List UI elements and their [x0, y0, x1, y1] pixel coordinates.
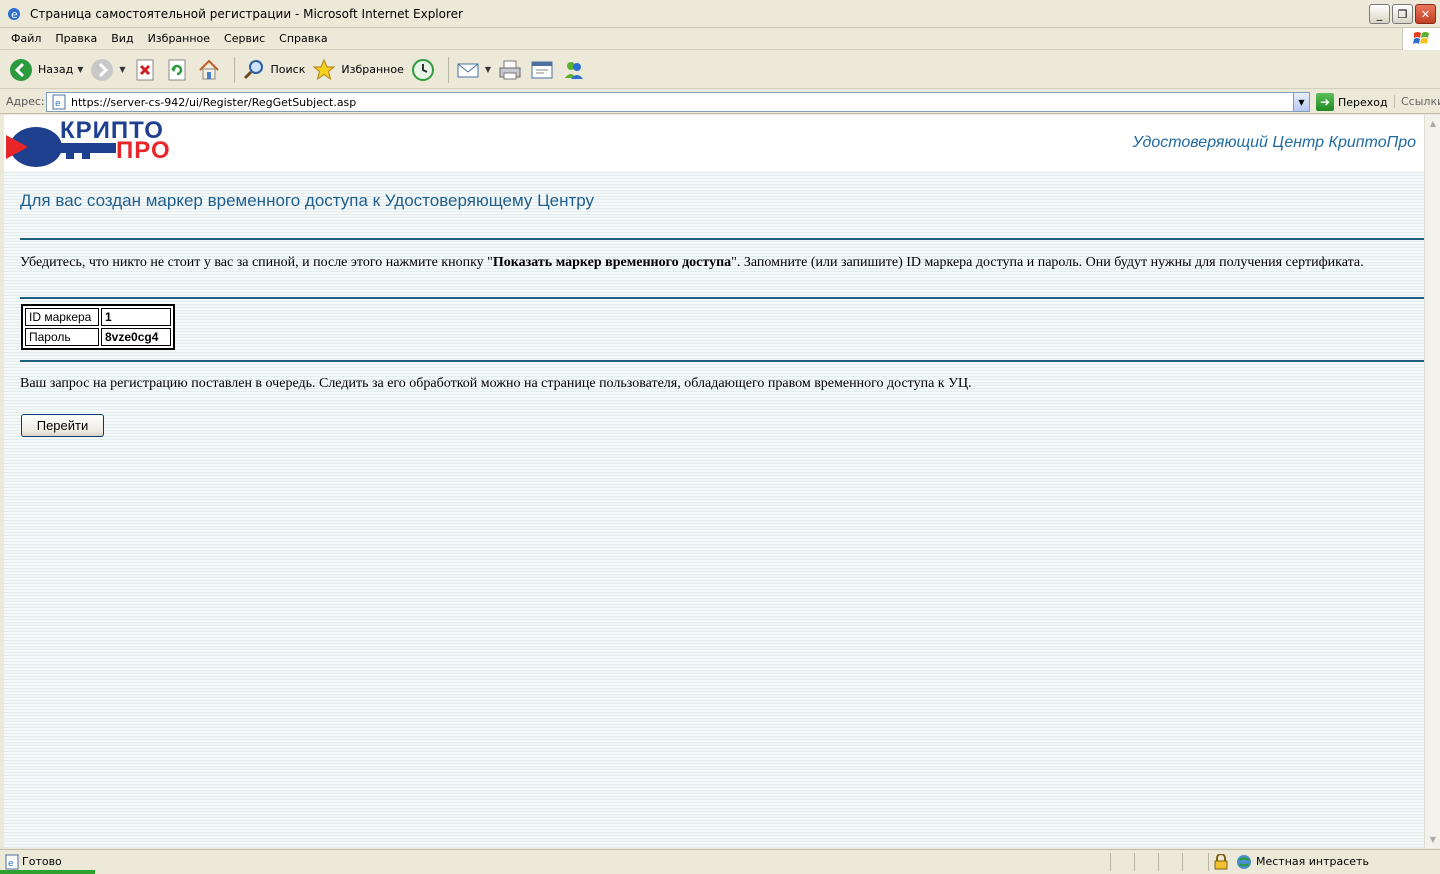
address-label: Адрес: [6, 95, 45, 108]
back-label: Назад [38, 63, 74, 76]
home-button[interactable] [196, 57, 222, 83]
logo-text-bottom: ПРО [116, 137, 171, 164]
status-divider [1134, 853, 1135, 871]
divider [20, 297, 1424, 299]
stop-button[interactable] [132, 57, 158, 83]
menu-file[interactable]: Файл [4, 32, 48, 45]
forward-arrow-icon [89, 57, 115, 83]
instruction-text: Убедитесь, что никто не стоит у вас за с… [20, 253, 1410, 272]
favorites-label: Избранное [341, 63, 404, 76]
mail-button[interactable]: ▼ [455, 57, 491, 83]
home-icon [196, 57, 222, 83]
go-button[interactable]: ➜ Переход [1316, 93, 1388, 111]
search-icon [241, 57, 267, 83]
security-zone-text: Местная интрасеть [1256, 855, 1369, 868]
back-button[interactable]: Назад ▼ [8, 57, 83, 83]
history-button[interactable] [410, 57, 436, 83]
status-divider [1208, 853, 1209, 871]
table-row: ID маркера 1 [25, 308, 171, 326]
toolbar-separator [447, 56, 449, 83]
page-viewport: КРИПТО ПРО Удостоверяющий Центр КриптоПр… [4, 115, 1424, 848]
edit-button[interactable] [529, 57, 555, 83]
forward-dropdown-icon[interactable]: ▼ [119, 65, 125, 74]
menu-help[interactable]: Справка [272, 32, 334, 45]
window-title-bar: e Страница самостоятельной регистрации -… [0, 0, 1440, 28]
back-dropdown-icon[interactable]: ▼ [77, 65, 83, 74]
status-bar: e Готово Местная интрасеть [0, 849, 1440, 874]
star-icon [311, 57, 337, 83]
edit-page-icon [529, 57, 555, 83]
password-label: Пароль [25, 328, 99, 346]
vertical-scrollbar[interactable]: ▲ ▼ [1424, 115, 1440, 848]
toolbar: Назад ▼ ▼ Поиск Избранное ▼ [0, 51, 1440, 89]
back-arrow-icon [8, 57, 34, 83]
token-table: ID маркера 1 Пароль 8vze0cg4 [21, 304, 175, 350]
cryptopro-logo: КРИПТО ПРО [6, 117, 186, 169]
token-id-label: ID маркера [25, 308, 99, 326]
print-button[interactable] [497, 57, 523, 83]
center-name: Удостоверяющий Центр КриптоПро [1132, 134, 1416, 151]
refresh-button[interactable] [164, 57, 190, 83]
go-label: Переход [1338, 95, 1388, 109]
status-divider [1182, 853, 1183, 871]
address-dropdown-icon[interactable]: ▼ [1293, 93, 1309, 111]
svg-text:e: e [55, 99, 61, 109]
svg-text:e: e [8, 859, 14, 869]
password-value: 8vze0cg4 [101, 328, 171, 346]
menu-edit[interactable]: Правка [48, 32, 104, 45]
progress-bar [0, 870, 95, 874]
search-button[interactable]: Поиск [241, 57, 306, 83]
messenger-icon [561, 57, 587, 83]
instruction-after: ". Запомните (или запишите) ID маркера д… [731, 255, 1364, 270]
scroll-up-icon[interactable]: ▲ [1425, 115, 1440, 132]
printer-icon [497, 57, 523, 83]
stop-icon [132, 57, 158, 83]
restore-button[interactable]: ❐ [1392, 4, 1413, 24]
close-button[interactable]: ✕ [1415, 4, 1436, 24]
lock-icon[interactable] [1214, 854, 1228, 870]
status-divider [1158, 853, 1159, 871]
instruction-before: Убедитесь, что никто не стоит у вас за с… [20, 255, 493, 270]
page-icon: e [52, 94, 66, 110]
minimize-button[interactable]: _ [1369, 4, 1390, 24]
messenger-button[interactable] [561, 57, 587, 83]
page-title: Для вас создан маркер временного доступа… [20, 191, 595, 210]
intranet-zone-icon [1237, 855, 1251, 869]
window-title: Страница самостоятельной регистрации - M… [30, 6, 463, 21]
windows-logo-icon [1402, 28, 1440, 50]
svg-text:e: e [11, 8, 18, 21]
toolbar-separator [233, 56, 235, 83]
address-input[interactable]: e https://server-cs-942/ui/Register/RegG… [46, 92, 1310, 112]
queue-status-text: Ваш запрос на регистрацию поставлен в оч… [20, 376, 972, 391]
menu-bar: Файл Правка Вид Избранное Сервис Справка [0, 28, 1440, 50]
status-text: Готово [22, 855, 62, 868]
status-divider [1110, 853, 1111, 871]
instruction-bold: Показать маркер временного доступа [492, 255, 732, 270]
go-arrow-icon: ➜ [1316, 93, 1334, 111]
links-button[interactable]: Ссылки [1394, 95, 1440, 108]
address-url: https://server-cs-942/ui/Register/RegGet… [71, 95, 357, 109]
address-bar: Адрес: e https://server-cs-942/ui/Regist… [0, 90, 1440, 114]
menu-favorites[interactable]: Избранное [141, 32, 217, 45]
scroll-down-icon[interactable]: ▼ [1425, 831, 1440, 848]
search-label: Поиск [270, 63, 306, 76]
mail-dropdown-icon[interactable]: ▼ [485, 65, 491, 74]
menu-view[interactable]: Вид [104, 32, 140, 45]
ie-logo-icon: e [8, 7, 20, 21]
table-row: Пароль 8vze0cg4 [25, 328, 171, 346]
menu-tools[interactable]: Сервис [217, 32, 272, 45]
history-icon [410, 57, 436, 83]
page-header: КРИПТО ПРО Удостоверяющий Центр КриптоПр… [4, 115, 1424, 171]
divider [20, 238, 1424, 240]
divider [20, 360, 1424, 362]
token-id-value: 1 [101, 308, 171, 326]
window-controls: _ ❐ ✕ [1369, 4, 1436, 24]
page-done-icon: e [5, 854, 19, 870]
refresh-icon [164, 57, 190, 83]
forward-button[interactable]: ▼ [89, 57, 126, 83]
favorites-button[interactable]: Избранное [311, 57, 404, 83]
mail-icon [455, 57, 481, 83]
proceed-button[interactable]: Перейти [21, 414, 104, 437]
